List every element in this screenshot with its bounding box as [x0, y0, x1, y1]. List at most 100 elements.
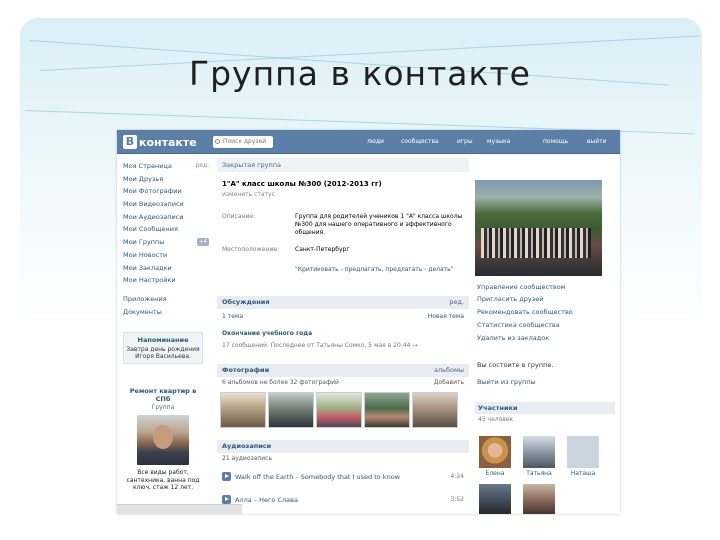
- member-card[interactable]: Татьяна: [521, 436, 557, 477]
- track-title: Walk off the Earth – Somebody that I use…: [235, 472, 400, 481]
- group-quote: "Критиковать - предлагать, предлагать - …: [295, 266, 454, 273]
- nav-communities[interactable]: сообщества: [401, 138, 439, 145]
- audio-track[interactable]: Алла – Него Слава 3:52: [222, 495, 464, 504]
- member-card[interactable]: Наташа: [565, 436, 601, 477]
- sidebar-item-documents[interactable]: Документы: [123, 306, 209, 319]
- search-placeholder: Поиск друзей: [223, 138, 267, 145]
- sidebar-item-messages[interactable]: Мои Сообщения: [123, 223, 209, 236]
- search-input[interactable]: Поиск друзей: [213, 136, 273, 148]
- new-topic-link[interactable]: Новая тема: [428, 313, 464, 320]
- vk-logo[interactable]: В контакте: [123, 135, 197, 149]
- change-status-link[interactable]: изменить статус: [222, 191, 275, 198]
- recommend-community-link[interactable]: Рекомендовать сообщество: [477, 308, 573, 316]
- location-label: Местоположение:: [222, 246, 280, 253]
- group-name: 1"А" класс школы №300 (2012-2013 гг): [222, 180, 382, 188]
- ad-photo: [137, 415, 189, 465]
- sidebar-item-friends[interactable]: Мои Друзья: [123, 173, 209, 186]
- photo-thumbnails: [220, 392, 458, 428]
- member-name: Елена: [485, 470, 505, 477]
- discussions-edit-link[interactable]: ред.: [449, 296, 464, 309]
- vk-logo-text: контакте: [139, 135, 197, 149]
- description-value: Группа для родителей учеников 1 "А" клас…: [295, 213, 463, 236]
- photos-header[interactable]: Фотографии альбомы: [217, 364, 469, 377]
- top-bar: В контакте Поиск друзей люди сообщества …: [117, 130, 620, 154]
- track-title: Алла – Него Слава: [235, 495, 298, 504]
- audio-track[interactable]: Walk off the Earth – Somebody that I use…: [222, 472, 464, 481]
- sidebar-item-apps[interactable]: Приложения: [123, 293, 209, 306]
- default-avatar-icon: [567, 436, 599, 468]
- ad-face: [153, 425, 173, 449]
- sidebar-item-label: Мои Группы: [123, 238, 165, 247]
- members-header[interactable]: Участники: [475, 402, 615, 414]
- reminder-body: Завтра день рождения Игоря Васильева.: [126, 346, 200, 360]
- photos-title: Фотографии: [222, 366, 270, 374]
- photo-thumbnail[interactable]: [364, 392, 410, 428]
- leave-group-link[interactable]: Выйти из группы: [477, 378, 536, 386]
- member-card[interactable]: [521, 484, 557, 514]
- sidebar-item-label: Моя Страница: [123, 162, 172, 170]
- nav-games[interactable]: игры: [457, 138, 473, 145]
- sidebar-item-settings[interactable]: Мои Настройки: [123, 274, 209, 287]
- vk-logo-icon: В: [123, 135, 137, 149]
- search-icon: [215, 139, 220, 144]
- member-avatar: [523, 436, 555, 468]
- discussions-row: 1 тема Новая тема: [222, 313, 464, 320]
- member-avatar: [479, 436, 511, 468]
- ad-title: Ремонт квартир в СПб: [129, 387, 197, 403]
- manage-community-link[interactable]: Управление сообществом: [477, 283, 566, 291]
- sidebar-item-my-page[interactable]: Моя Страница ред.: [123, 160, 209, 173]
- community-stats-link[interactable]: Статистика сообщества: [477, 321, 560, 329]
- photo-thumbnail[interactable]: [316, 392, 362, 428]
- nav-logout[interactable]: выйти: [587, 138, 607, 145]
- member-card[interactable]: Елена: [477, 436, 513, 477]
- sidebar-item-audio[interactable]: Мои Аудиозаписи: [123, 211, 209, 224]
- photos-row: 6 альбомов не более 32 фотографий Добавит…: [222, 379, 464, 386]
- nav-help[interactable]: помощь: [543, 138, 568, 145]
- groups-count-badge: +4: [196, 238, 209, 247]
- vk-group-screenshot: В контакте Поиск друзей люди сообщества …: [117, 130, 620, 514]
- sidebar-item-news[interactable]: Мои Новости: [123, 249, 209, 262]
- member-name: Татьяна: [526, 470, 552, 477]
- reminder-title: Напоминание: [137, 336, 189, 344]
- slide-title: Группа в контакте: [188, 54, 531, 93]
- sidebar-item-groups[interactable]: Мои Группы +4: [123, 236, 209, 249]
- sidebar-item-videos[interactable]: Мои Видеозаписи: [123, 198, 209, 211]
- sidebar-item-bookmarks[interactable]: Мои Закладки: [123, 262, 209, 275]
- play-icon[interactable]: [222, 472, 231, 481]
- group-type-label: Закрытая группа: [217, 158, 469, 172]
- remove-bookmark-link[interactable]: Удалить из закладок: [477, 334, 549, 342]
- topic-title[interactable]: Окончание учебного года: [222, 330, 464, 337]
- photo-thumbnail[interactable]: [220, 392, 266, 428]
- topic-meta: 17 сообщений. Последнее от Татьяны Сомко…: [222, 342, 418, 349]
- nav-people[interactable]: люди: [367, 138, 384, 145]
- photo-thumbnail[interactable]: [268, 392, 314, 428]
- photo-thumbnail[interactable]: [412, 392, 458, 428]
- sidebar-item-photos[interactable]: Мои Фотографии: [123, 185, 209, 198]
- horizontal-scrollbar[interactable]: [117, 504, 242, 514]
- invite-friends-link[interactable]: Пригласить друзей: [477, 295, 543, 303]
- membership-status: Вы состоите в группе.: [477, 361, 554, 369]
- audio-count: 21 аудиозапись: [222, 455, 273, 462]
- play-icon[interactable]: [222, 495, 231, 504]
- albums-link[interactable]: альбомы: [434, 364, 464, 377]
- group-cover-photo[interactable]: [475, 180, 602, 276]
- add-photo-link[interactable]: Добавить: [434, 379, 464, 386]
- location-value[interactable]: Санкт-Петербург: [295, 246, 465, 254]
- left-sidebar: Моя Страница ред. Мои Друзья Мои Фотограф…: [123, 160, 209, 318]
- description-label: Описание:: [222, 213, 256, 220]
- audio-header[interactable]: Аудиозаписи: [217, 440, 469, 453]
- member-name: Наташа: [570, 470, 596, 477]
- nav-music[interactable]: музыка: [487, 138, 510, 145]
- albums-count: 6 альбомов не более 32 фотографий: [222, 379, 339, 386]
- ad-text: Все виды работ, сантехника, ванна под кл…: [126, 469, 200, 491]
- members-count: 45 человек: [478, 416, 514, 423]
- track-duration: 3:52: [450, 496, 464, 503]
- topics-count: 1 тема: [222, 313, 244, 320]
- member-card[interactable]: [477, 484, 513, 514]
- sidebar-ad[interactable]: Ремонт квартир в СПб Группа Все виды раб…: [123, 387, 203, 492]
- ad-subtitle: Группа: [151, 404, 175, 411]
- track-duration: 4:24: [450, 473, 464, 480]
- birthday-reminder[interactable]: Напоминание Завтра день рождения Игоря В…: [123, 332, 203, 364]
- edit-link[interactable]: ред.: [195, 160, 209, 173]
- discussions-header[interactable]: Обсуждения ред.: [217, 296, 469, 309]
